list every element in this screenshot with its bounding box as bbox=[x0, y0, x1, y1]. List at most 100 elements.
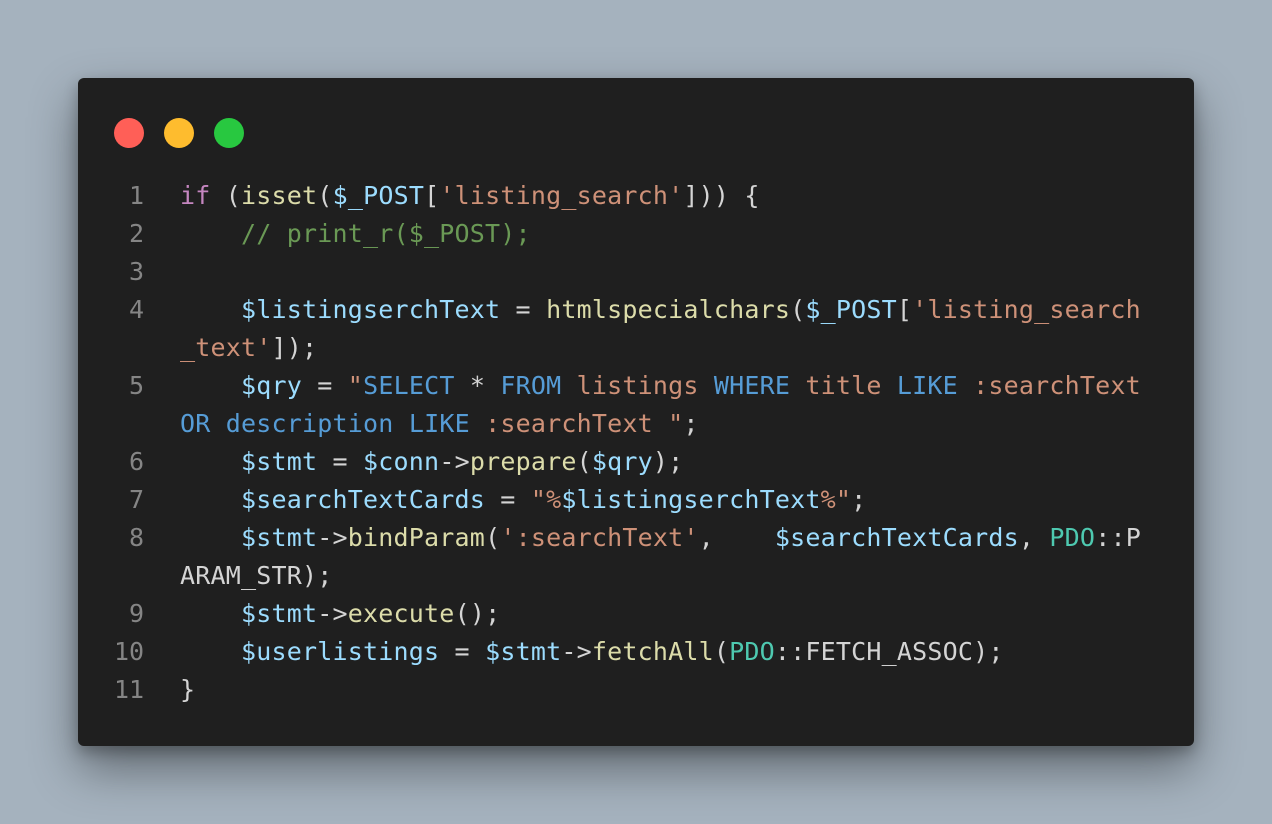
code-text: ARAM_STR); bbox=[180, 557, 333, 595]
code-token: $userlistings bbox=[241, 637, 440, 666]
code-token: = bbox=[302, 371, 348, 400]
code-text: } bbox=[180, 671, 195, 709]
code-text: OR description LIKE :searchText "; bbox=[180, 405, 699, 443]
code-token: $stmt bbox=[241, 523, 318, 552]
code-token: = bbox=[485, 485, 531, 514]
code-token: _text' bbox=[180, 333, 272, 362]
code-text: $stmt = $conn->prepare($qry); bbox=[180, 443, 683, 481]
code-line: 10 $userlistings = $stmt->fetchAll(PDO::… bbox=[78, 633, 1194, 671]
line-number: 3 bbox=[128, 257, 144, 286]
code-token: ]); bbox=[271, 333, 318, 362]
line-number: 11 bbox=[114, 675, 145, 704]
minimize-dot-icon bbox=[164, 118, 194, 148]
code-text: $qry = "SELECT * FROM listings WHERE tit… bbox=[180, 367, 1141, 405]
code-line: 6 $stmt = $conn->prepare($qry); bbox=[78, 443, 1194, 481]
code-token: $qry bbox=[591, 447, 653, 476]
close-dot-icon bbox=[114, 118, 144, 148]
line-number: 7 bbox=[128, 485, 144, 514]
code-token: 'listing_search' bbox=[439, 181, 684, 210]
code-token: $_POST bbox=[805, 295, 897, 324]
code-token: ( bbox=[317, 181, 333, 210]
code-token: SELECT bbox=[363, 371, 455, 400]
code-token: ( bbox=[210, 181, 242, 210]
code-token: execute bbox=[347, 599, 455, 628]
code-text: $userlistings = $stmt->fetchAll(PDO::FET… bbox=[180, 633, 1004, 671]
code-token: [ bbox=[424, 181, 440, 210]
code-token: ::FETCH_ASSOC); bbox=[774, 637, 1004, 666]
code-token: ':searchText' bbox=[500, 523, 699, 552]
code-block: 1 if (isset($_POST['listing_search'])) {2… bbox=[78, 177, 1194, 709]
code-line: 11} bbox=[78, 671, 1194, 709]
code-token: htmlspecialchars bbox=[546, 295, 791, 324]
code-token: LIKE bbox=[408, 409, 470, 438]
code-token: :searchText " bbox=[469, 409, 684, 438]
code-text: $stmt->bindParam(':searchText', $searchT… bbox=[180, 519, 1141, 557]
code-line: 8 $stmt->bindParam(':searchText', $searc… bbox=[78, 519, 1194, 557]
line-number: 4 bbox=[128, 295, 144, 324]
code-token: = bbox=[500, 295, 547, 324]
code-token: "% bbox=[530, 485, 562, 514]
code-line: 9 $stmt->execute(); bbox=[78, 595, 1194, 633]
line-number: 1 bbox=[128, 181, 144, 210]
line-number: 5 bbox=[128, 371, 144, 400]
code-token: " bbox=[347, 371, 364, 400]
line-number: 9 bbox=[128, 599, 144, 628]
code-line: 2 // print_r($_POST); bbox=[78, 215, 1194, 253]
code-token: WHERE bbox=[713, 371, 791, 400]
code-token: $stmt bbox=[241, 599, 318, 628]
code-line: ARAM_STR); bbox=[78, 557, 1194, 595]
line-number: 10 bbox=[114, 637, 145, 666]
code-token: $stmt bbox=[241, 447, 318, 476]
code-token: %" bbox=[820, 485, 852, 514]
code-token: FROM bbox=[500, 371, 562, 400]
code-token: } bbox=[180, 675, 196, 704]
code-token: bindParam bbox=[347, 523, 486, 552]
code-token: $conn bbox=[363, 447, 440, 476]
code-token: -> bbox=[561, 637, 592, 666]
code-token: ; bbox=[851, 485, 867, 514]
line-number: 6 bbox=[128, 447, 144, 476]
code-line: 7 $searchTextCards = "%$listingserchText… bbox=[78, 481, 1194, 519]
code-token: (); bbox=[454, 599, 501, 628]
code-token: $qry bbox=[241, 371, 303, 400]
code-line: 1 if (isset($_POST['listing_search'])) { bbox=[78, 177, 1194, 215]
code-token: , bbox=[1018, 523, 1050, 552]
code-line: 4 $listingserchText = htmlspecialchars($… bbox=[78, 291, 1194, 329]
code-token: ); bbox=[652, 447, 684, 476]
code-text: $stmt->execute(); bbox=[180, 595, 500, 633]
code-token: $listingserchText bbox=[241, 295, 501, 324]
code-token: prepare bbox=[469, 447, 577, 476]
code-token: fetchAll bbox=[591, 637, 714, 666]
code-token: $_POST bbox=[332, 181, 425, 210]
code-token: ARAM_STR); bbox=[180, 561, 333, 590]
code-token: ])) { bbox=[683, 181, 760, 210]
code-token: PDO bbox=[729, 637, 775, 666]
code-token: LIKE bbox=[896, 371, 958, 400]
code-token: if bbox=[180, 181, 211, 210]
code-text: _text']); bbox=[180, 329, 317, 367]
code-token: PDO bbox=[1049, 523, 1096, 552]
zoom-dot-icon bbox=[214, 118, 244, 148]
code-token: // print_r($_POST); bbox=[241, 219, 531, 248]
code-token: [ bbox=[896, 295, 913, 324]
code-token: -> bbox=[439, 447, 470, 476]
code-line: 5 $qry = "SELECT * FROM listings WHERE t… bbox=[78, 367, 1194, 405]
code-token: isset bbox=[241, 181, 318, 210]
code-token: ( bbox=[485, 523, 501, 552]
code-token: description bbox=[225, 409, 394, 438]
code-token: $listingserchText bbox=[561, 485, 821, 514]
code-text: // print_r($_POST); bbox=[180, 215, 531, 253]
code-text: $searchTextCards = "%$listingserchText%"… bbox=[180, 481, 866, 519]
code-token: ::P bbox=[1095, 523, 1141, 552]
line-number: 8 bbox=[128, 523, 144, 552]
code-token: = bbox=[439, 637, 486, 666]
code-line: _text']); bbox=[78, 329, 1194, 367]
